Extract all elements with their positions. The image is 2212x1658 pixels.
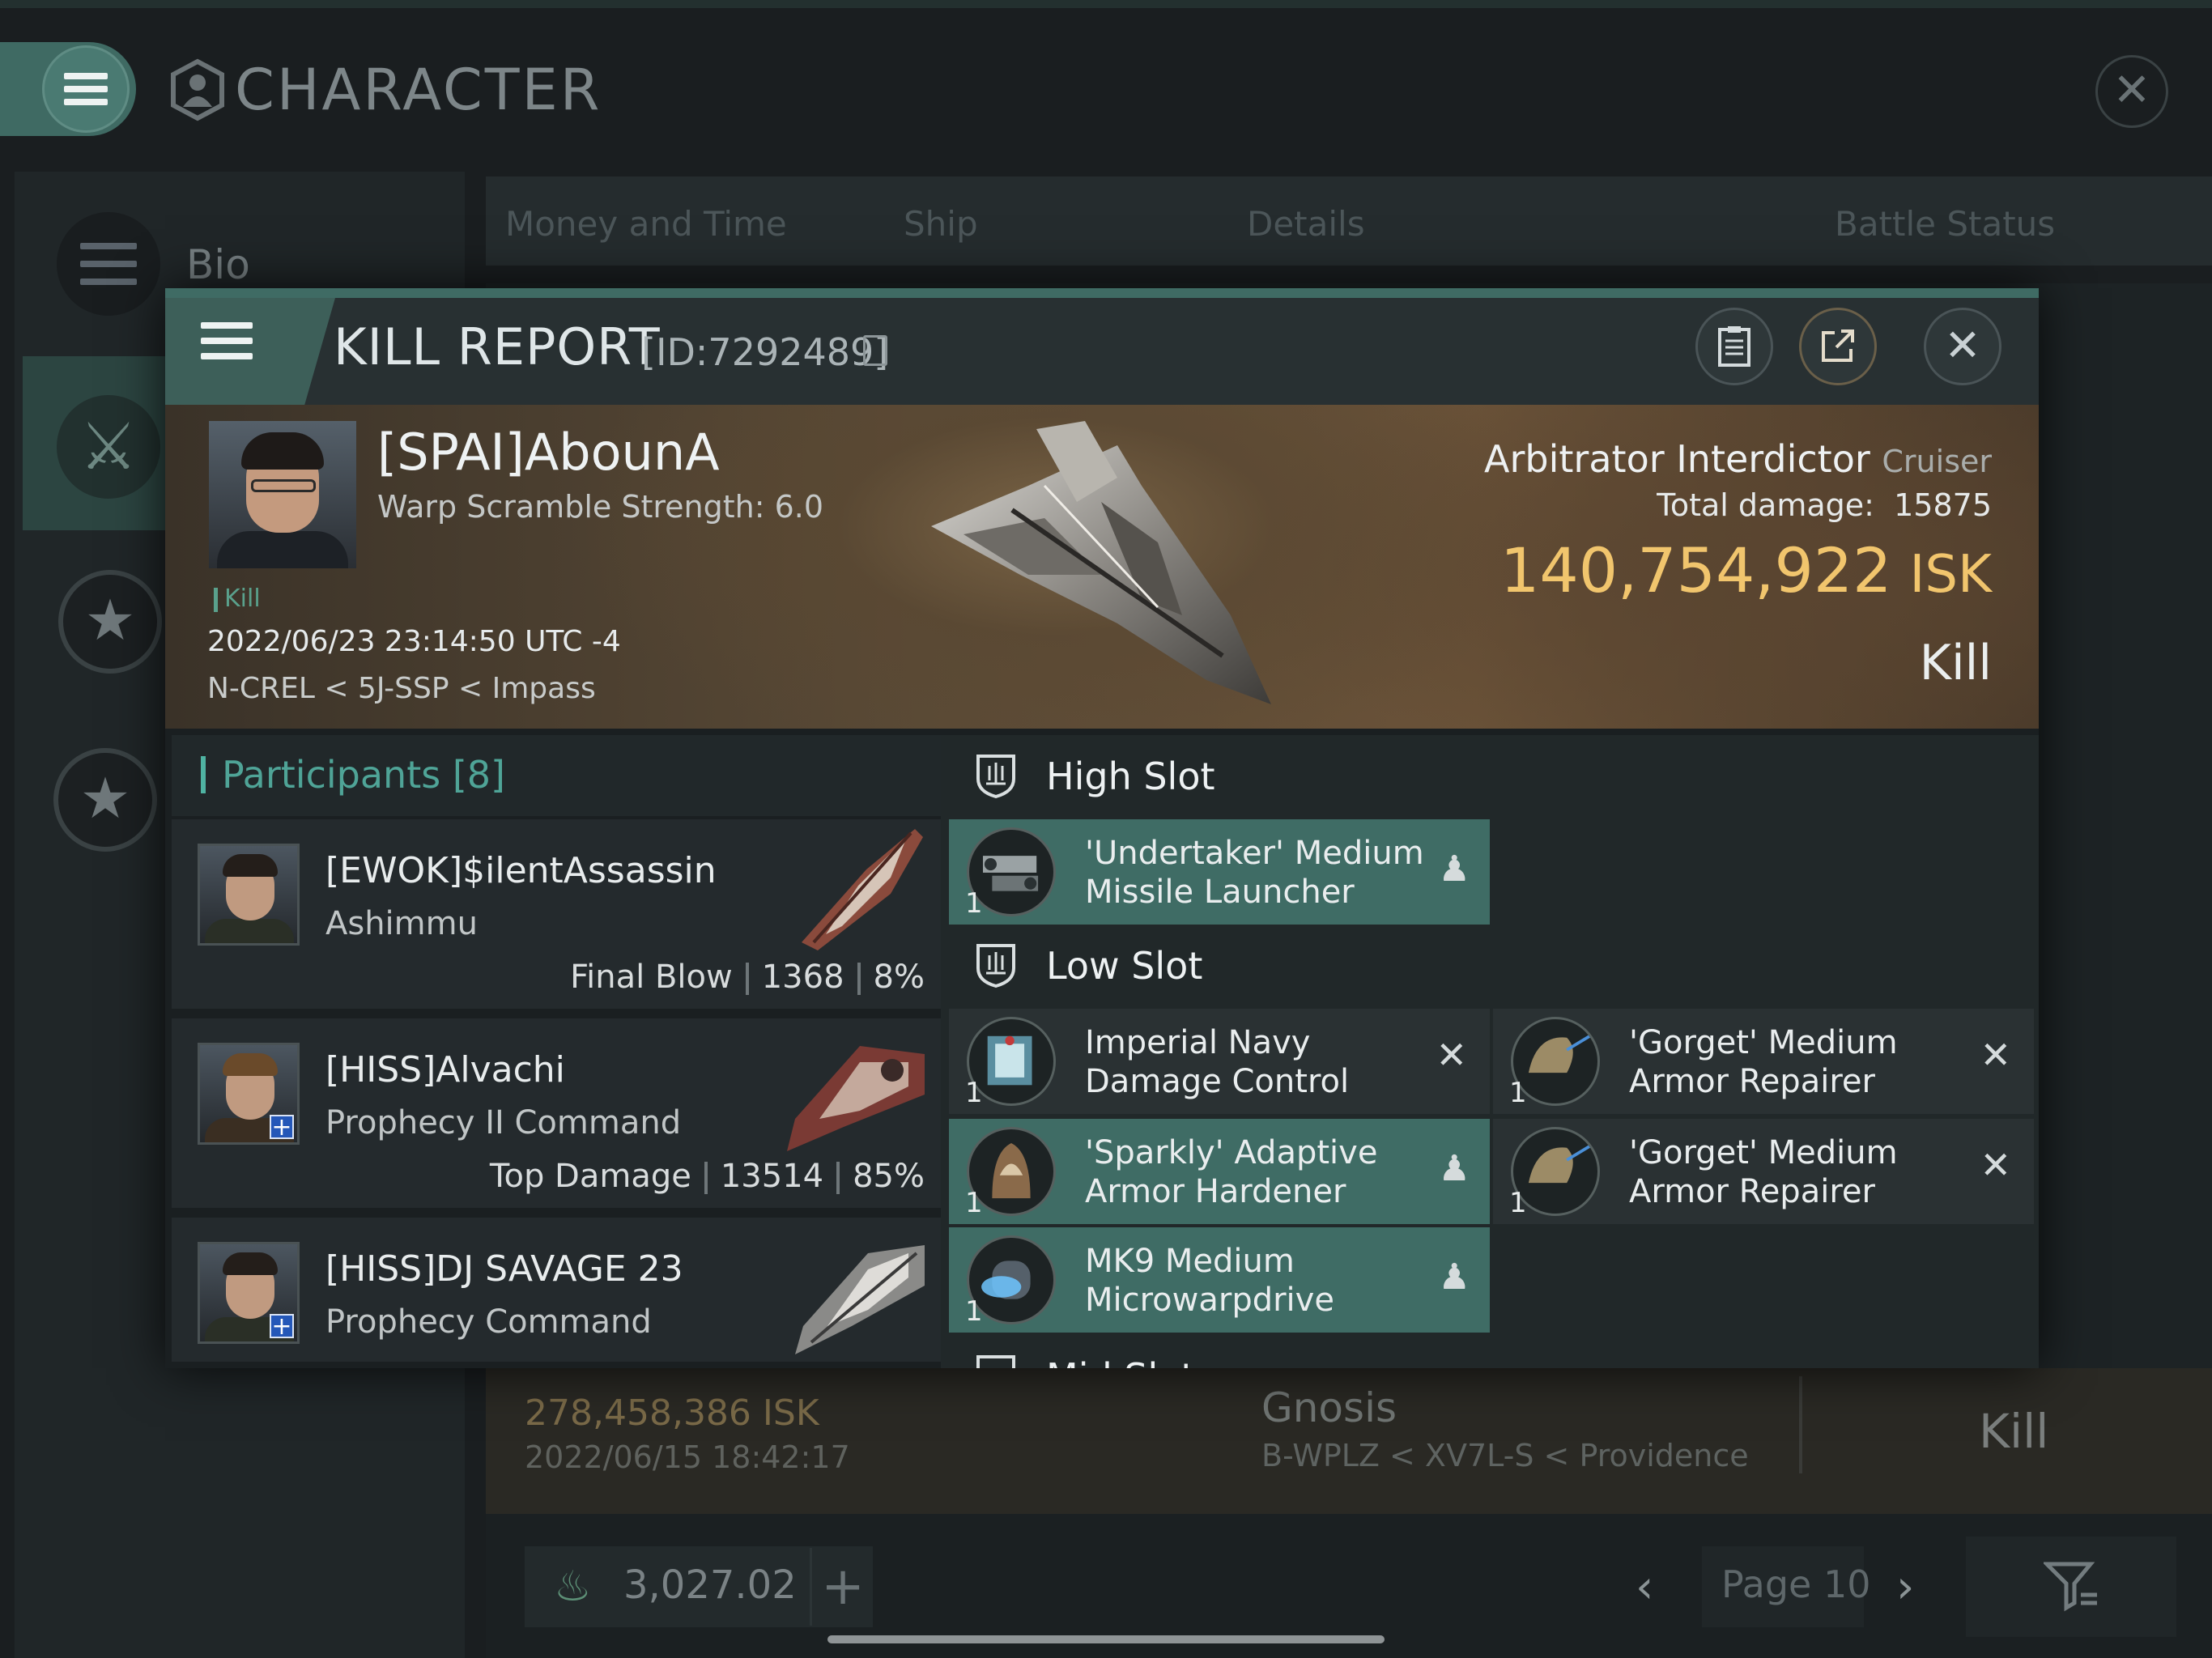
crossed-swords-icon: ⚔	[57, 395, 160, 499]
filter-icon	[2044, 1562, 2097, 1612]
clipboard-button[interactable]	[1695, 308, 1773, 385]
fitted-person-icon: ♟	[1438, 1148, 1470, 1189]
participant-name: [HISS]Alvachi	[325, 1049, 565, 1090]
tab-ship[interactable]: Ship	[904, 204, 978, 244]
hamburger-icon	[64, 73, 108, 105]
kill-timestamp: 2022/06/23 23:14:50 UTC -4	[207, 625, 621, 658]
participant-portrait[interactable]: +	[198, 1043, 300, 1145]
participant-ship-render	[795, 1245, 925, 1354]
plex-icon: ♨	[554, 1562, 592, 1611]
module-sparkly-armor-hardener[interactable]: 1 'Sparkly' Adaptive Armor Hardener ♟	[949, 1119, 1490, 1224]
kill-result: Kill	[1919, 635, 1992, 691]
destroyed-x-icon: ✕	[1980, 1033, 2011, 1077]
victim-ship[interactable]: Arbitrator Interdictor Cruiser	[1263, 437, 1992, 481]
star-badge-icon[interactable]: ★	[53, 748, 157, 852]
participants-accent	[201, 756, 206, 793]
tab-money-and-time[interactable]: Money and Time	[505, 204, 787, 244]
copy-id-icon[interactable]	[863, 335, 887, 366]
participants-title: Participants [8]	[222, 753, 506, 797]
module-imperial-navy-damage-control[interactable]: 1 Imperial Navy Damage Control ✕	[949, 1009, 1490, 1114]
page-label: Page 10	[1721, 1562, 1871, 1606]
module-name: Imperial Navy Damage Control	[1085, 1024, 1350, 1100]
close-icon[interactable]: ✕	[2095, 55, 2168, 128]
participant-ship: Prophecy II Command	[325, 1104, 682, 1141]
main-menu-button[interactable]	[42, 45, 130, 133]
dialog-top-accent	[165, 288, 2039, 298]
module-gorget-armor-repairer[interactable]: 1 'Gorget' Medium Armor Repairer ✕	[1493, 1009, 2034, 1114]
ship-class: Cruiser	[1882, 444, 1992, 479]
participant-ship: Ashimmu	[325, 905, 478, 942]
kill-location[interactable]: N-CREL < 5J-SSP < Impass	[207, 672, 596, 705]
home-indicator	[827, 1635, 1385, 1643]
participant-name: [HISS]DJ SAVAGE 23	[325, 1248, 683, 1290]
participant-ship-render	[787, 1046, 925, 1151]
clipboard-icon	[1718, 326, 1750, 367]
destroyed-x-icon: ✕	[1980, 1143, 2011, 1187]
high-slot-title: High Slot	[1046, 755, 1215, 798]
module-name: MK9 Medium Microwarpdrive	[1085, 1243, 1334, 1319]
isk-unit: ISK	[1909, 545, 1992, 605]
row-date: 2022/06/15 18:42:17	[525, 1439, 850, 1475]
participant-ship-render	[802, 829, 923, 950]
participant-stats: Top Damage 13514 85%	[489, 1158, 925, 1195]
share-button[interactable]	[1799, 308, 1877, 385]
low-slot-title: Low Slot	[1046, 944, 1203, 988]
share-icon	[1822, 329, 1854, 362]
row-location: B-WPLZ < XV7L-S < Providence	[1261, 1438, 1749, 1473]
tab-battle-status[interactable]: Battle Status	[1835, 204, 2055, 244]
participant-portrait[interactable]	[198, 844, 300, 946]
mid-slot-icon	[976, 1355, 1015, 1368]
warp-scramble-strength: Warp Scramble Strength: 6.0	[377, 489, 824, 525]
add-funds-button[interactable]: +	[810, 1548, 874, 1626]
plus-badge-icon: +	[270, 1314, 294, 1339]
module-gorget-armor-repairer[interactable]: 1 'Gorget' Medium Armor Repairer ✕	[1493, 1119, 2034, 1224]
victim-name[interactable]: [SPAI]AbounA	[377, 423, 720, 482]
low-slot-icon	[976, 944, 1015, 988]
fitted-person-icon: ♟	[1438, 848, 1470, 890]
participant-name: [EWOK]$ilentAssassin	[325, 850, 717, 891]
sidebar-item-bio[interactable]: Bio	[186, 241, 250, 288]
plus-badge-icon: +	[270, 1115, 294, 1140]
module-name: 'Gorget' Medium Armor Repairer	[1629, 1134, 1898, 1210]
chevron-left-icon[interactable]: ‹	[1636, 1561, 1653, 1613]
total-damage: Total damage: 15875	[1657, 487, 1992, 523]
top-band	[0, 0, 2212, 8]
kill-tag: Kill	[214, 585, 261, 613]
mid-slot-title: Mid Slot	[1046, 1355, 1195, 1368]
row-divider	[1799, 1376, 1802, 1473]
close-icon: ✕	[1944, 320, 1981, 371]
participant-portrait[interactable]: +	[198, 1242, 300, 1344]
module-mk9-microwarpdrive[interactable]: 1 MK9 Medium Microwarpdrive ♟	[949, 1227, 1490, 1333]
participant-ship: Prophecy Command	[325, 1303, 652, 1341]
high-slot-icon	[976, 755, 1015, 799]
row-isk: 278,458,386 ISK	[525, 1392, 819, 1434]
bio-menu-icon[interactable]	[57, 212, 160, 316]
module-name: 'Sparkly' Adaptive Armor Hardener	[1085, 1134, 1378, 1210]
medal-star-icon[interactable]: ★	[58, 570, 162, 674]
fitted-person-icon: ♟	[1438, 1256, 1470, 1298]
row-ship: Gnosis	[1261, 1384, 1397, 1431]
module-name: 'Gorget' Medium Armor Repairer	[1629, 1024, 1898, 1100]
participant-stats: Final Blow 1368 8%	[570, 959, 925, 996]
victim-portrait[interactable]	[209, 421, 356, 568]
chevron-right-icon[interactable]: ›	[1896, 1561, 1914, 1613]
wallet-value: 3,027.02	[623, 1562, 797, 1608]
hamburger-icon[interactable]	[201, 322, 253, 359]
mid-slot-header-clipped: Mid Slot	[941, 1341, 1508, 1368]
page-title: CHARACTER	[235, 57, 602, 123]
module-undertaker-launcher[interactable]: 1 'Undertaker' Medium Missile Launcher ♟	[949, 819, 1490, 925]
destroyed-x-icon: ✕	[1436, 1033, 1467, 1077]
row-result: Kill	[1979, 1404, 2049, 1459]
close-dialog-button[interactable]: ✕	[1924, 308, 2001, 385]
dialog-title: KILL REPORT	[334, 317, 661, 376]
module-name: 'Undertaker' Medium Missile Launcher	[1085, 835, 1424, 911]
kill-id: [ID:7292489]	[641, 330, 889, 374]
isk-value: 140,754,922 ISK	[1500, 534, 1992, 606]
character-icon	[171, 58, 224, 121]
tab-details[interactable]: Details	[1247, 204, 1365, 244]
